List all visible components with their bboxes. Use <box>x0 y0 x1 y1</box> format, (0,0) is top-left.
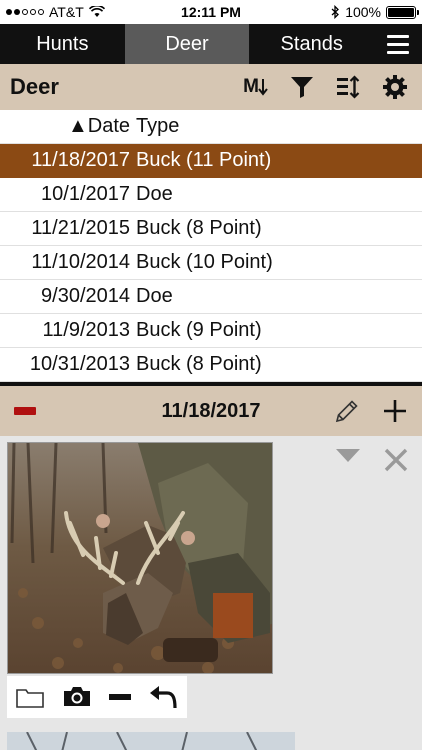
chevron-down-icon[interactable] <box>335 448 361 469</box>
table-row[interactable]: 11/21/2015 Buck (8 Point) <box>0 212 422 246</box>
pencil-icon[interactable] <box>334 398 360 424</box>
tab-hunts[interactable]: Hunts <box>0 24 125 64</box>
status-time: 12:11 PM <box>181 4 241 20</box>
battery-icon <box>386 5 419 19</box>
sort-alpha-icon[interactable]: M <box>243 72 268 102</box>
row-type: Buck (11 Point) <box>136 149 272 171</box>
column-date-label: Date <box>87 115 130 137</box>
folder-icon[interactable] <box>15 685 45 709</box>
sort-ascending-indicator: ▲ <box>67 115 88 137</box>
carrier-label: AT&T <box>49 4 84 20</box>
table-row[interactable]: 11/18/2017 Buck (11 Point) <box>0 144 422 178</box>
status-right: 100% <box>331 4 419 20</box>
sort-arrow-icon <box>258 79 268 96</box>
table-row[interactable]: 10/31/2013 Buck (8 Point) <box>0 348 422 382</box>
row-date: 9/30/2014 <box>41 285 130 307</box>
undo-icon[interactable] <box>149 684 179 710</box>
column-header-date[interactable]: ▲Date <box>0 115 136 138</box>
status-bar: AT&T 12:11 PM 100% <box>0 0 422 24</box>
section-header: Deer M <box>0 64 422 110</box>
row-date: 10/31/2013 <box>29 353 130 375</box>
detail-header: 11/18/2017 <box>0 386 422 436</box>
minus-icon[interactable] <box>108 685 132 709</box>
row-type: Buck (10 Point) <box>136 251 273 273</box>
filter-icon[interactable] <box>290 72 314 102</box>
close-icon[interactable] <box>382 446 410 479</box>
table-row[interactable]: 11/10/2014 Buck (10 Point) <box>0 246 422 280</box>
detail-title: 11/18/2017 <box>161 399 261 422</box>
tab-stands[interactable]: Stands <box>249 24 374 64</box>
collapse-icon[interactable] <box>14 407 36 415</box>
status-left: AT&T <box>6 4 105 20</box>
signal-strength-icon <box>6 9 44 15</box>
bluetooth-icon <box>331 5 340 19</box>
table-row[interactable]: 9/30/2014 Doe <box>0 280 422 314</box>
table-header: ▲Date Type <box>0 110 422 144</box>
row-date: 11/10/2014 <box>31 251 130 273</box>
deer-table: ▲Date Type 11/18/2017 Buck (11 Point) 10… <box>0 110 422 382</box>
row-type: Buck (8 Point) <box>136 353 262 375</box>
wifi-icon <box>88 6 105 17</box>
photo-image <box>8 443 272 673</box>
table-row[interactable]: 11/9/2013 Buck (9 Point) <box>0 314 422 348</box>
row-type: Buck (8 Point) <box>136 217 262 239</box>
battery-percent: 100% <box>345 4 381 20</box>
sort-order-icon[interactable] <box>336 72 360 102</box>
page-title: Deer <box>10 74 59 99</box>
row-date: 11/18/2017 <box>31 149 130 171</box>
row-date: 11/9/2013 <box>42 319 131 341</box>
row-date: 10/1/2017 <box>41 183 130 205</box>
plus-icon[interactable] <box>382 398 408 424</box>
row-type: Doe <box>136 183 173 205</box>
row-date: 11/21/2015 <box>31 217 130 239</box>
table-row[interactable]: 10/1/2017 Doe <box>0 178 422 212</box>
detail-actions <box>334 398 408 424</box>
main-tab-bar: Hunts Deer Stands <box>0 24 422 64</box>
column-header-type[interactable]: Type <box>136 115 179 138</box>
gear-icon[interactable] <box>382 72 408 102</box>
camera-icon[interactable] <box>62 685 92 709</box>
detail-body <box>0 436 422 750</box>
sort-alpha-label: M <box>243 76 259 97</box>
row-type: Doe <box>136 285 173 307</box>
deer-photo[interactable] <box>7 442 273 674</box>
photo-toolbar <box>7 676 187 718</box>
hamburger-menu-icon[interactable] <box>374 24 422 64</box>
tab-deer[interactable]: Deer <box>124 24 250 64</box>
row-type: Buck (9 Point) <box>136 319 262 341</box>
second-photo[interactable] <box>7 732 295 750</box>
header-toolbar: M <box>243 72 412 102</box>
